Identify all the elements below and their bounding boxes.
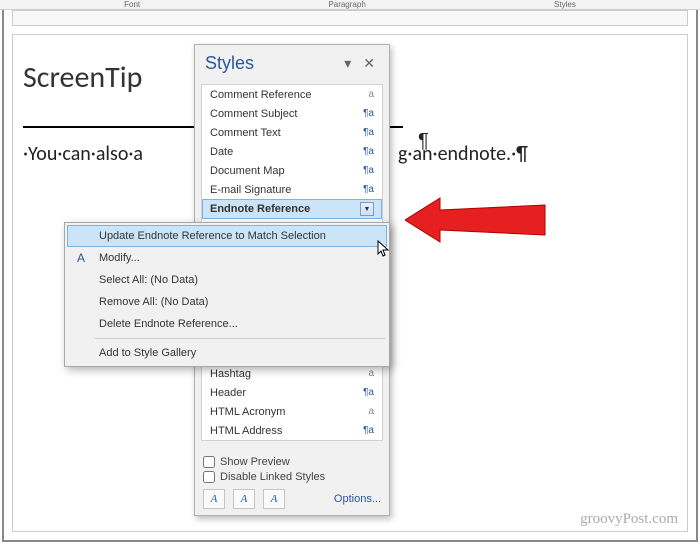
close-pane-icon[interactable]: ✕ [357, 53, 381, 74]
manage-styles-button[interactable]: A [263, 489, 285, 509]
style-item[interactable]: Comment Referencea [202, 85, 382, 104]
linked-style-icon: ¶a [363, 108, 374, 119]
styles-pane-title: Styles [205, 53, 338, 74]
paragraph-mark: ¶ [418, 130, 429, 153]
styles-pane-footer: Show Preview Disable Linked Styles A A A… [195, 447, 389, 515]
style-inspector-button[interactable]: A [233, 489, 255, 509]
style-context-menu: Update Endnote Reference to Match Select… [64, 222, 390, 367]
menu-separator [95, 338, 385, 339]
linked-style-icon: ¶a [363, 165, 374, 176]
menu-select-all[interactable]: Select All: (No Data) [67, 269, 387, 291]
style-item[interactable]: HTML Acronyma [202, 402, 382, 421]
style-item[interactable]: Date¶a [202, 142, 382, 161]
linked-style-icon: ¶a [363, 184, 374, 195]
linked-style-icon: ¶a [363, 425, 374, 436]
menu-add-to-gallery[interactable]: Add to Style Gallery [67, 342, 387, 364]
menu-remove-all[interactable]: Remove All: (No Data) [67, 291, 387, 313]
modify-icon: A [73, 251, 89, 265]
watermark: groovyPost.com [580, 511, 678, 528]
ruler[interactable] [12, 10, 688, 26]
style-item[interactable]: Document Map¶a [202, 161, 382, 180]
style-item[interactable]: E-mail Signature¶a [202, 180, 382, 199]
style-item-selected[interactable]: Endnote Reference ▼ [202, 199, 382, 219]
pane-options-dropdown-icon[interactable]: ▾ [338, 53, 357, 74]
style-item[interactable]: Comment Text¶a [202, 123, 382, 142]
char-style-icon: a [368, 406, 374, 417]
show-preview-checkbox[interactable]: Show Preview [203, 456, 381, 468]
options-link[interactable]: Options... [334, 493, 381, 505]
style-item[interactable]: Comment Subject¶a [202, 104, 382, 123]
styles-pane-header: Styles ▾ ✕ [195, 45, 389, 84]
linked-style-icon: ¶a [363, 146, 374, 157]
menu-delete-style[interactable]: Delete Endnote Reference... [67, 313, 387, 335]
menu-modify[interactable]: A Modify... [67, 247, 387, 269]
new-style-button[interactable]: A [203, 489, 225, 509]
char-style-icon: a [368, 89, 374, 100]
menu-update-to-match[interactable]: Update Endnote Reference to Match Select… [67, 225, 387, 247]
char-style-icon: a [368, 368, 374, 379]
ribbon-fragment: Font Paragraph Styles [0, 0, 700, 10]
disable-linked-checkbox[interactable]: Disable Linked Styles [203, 471, 381, 483]
style-dropdown-icon[interactable]: ▼ [360, 202, 374, 216]
style-item[interactable]: Header¶a [202, 383, 382, 402]
linked-style-icon: ¶a [363, 127, 374, 138]
style-item[interactable]: HTML Address¶a [202, 421, 382, 440]
linked-style-icon: ¶a [363, 387, 374, 398]
